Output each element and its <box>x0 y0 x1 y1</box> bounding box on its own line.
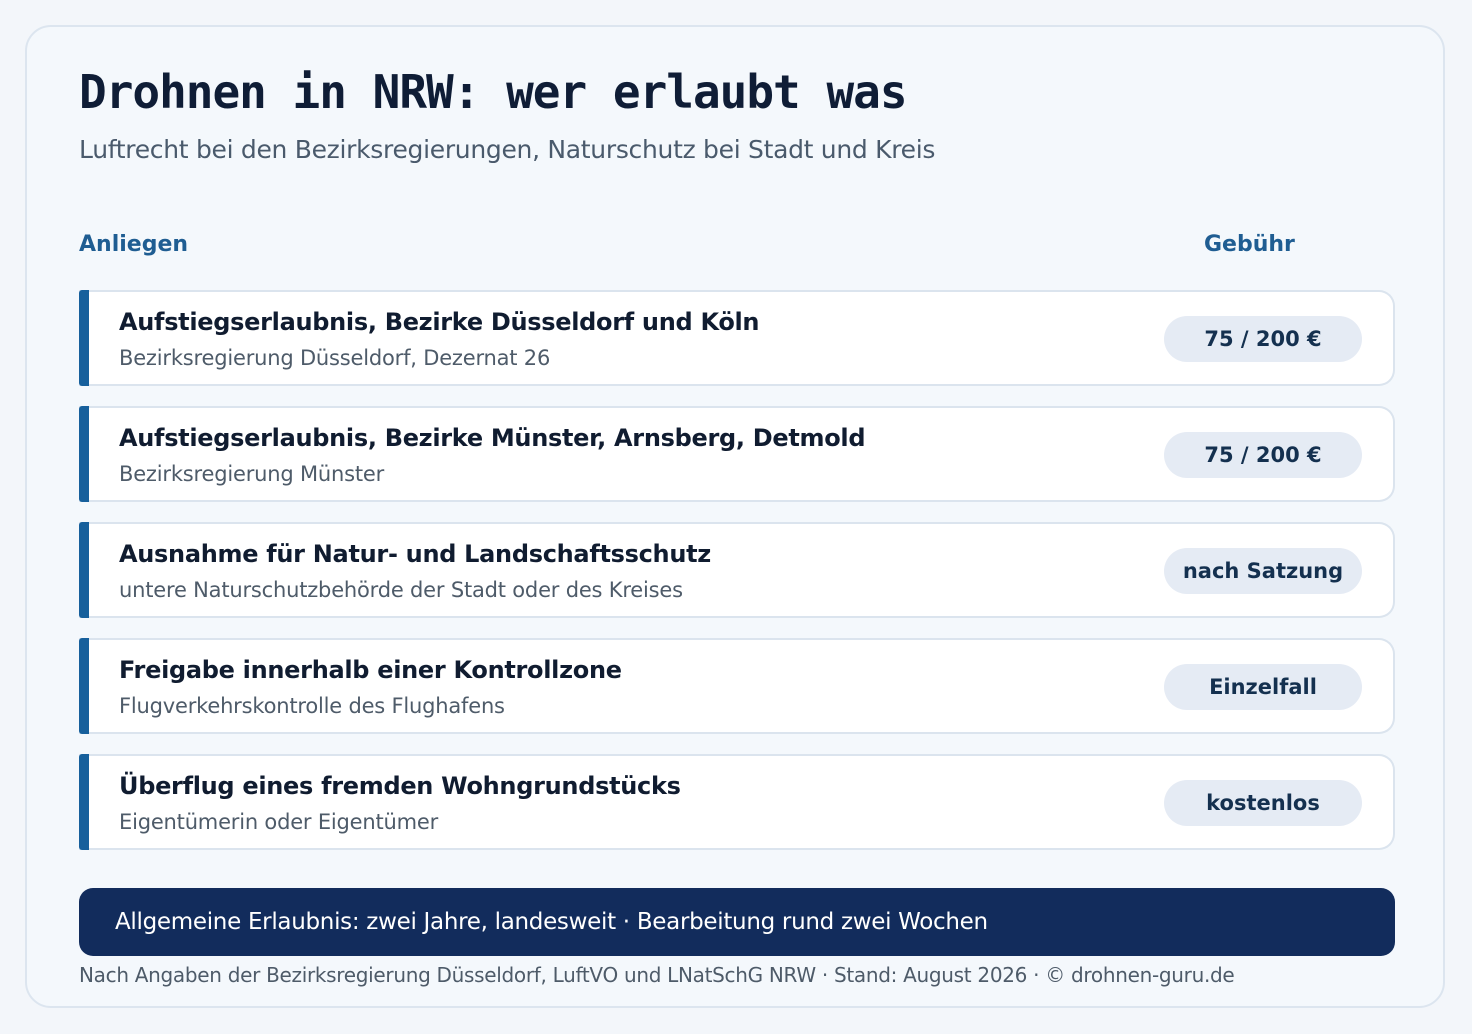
list-item: Ausnahme für Natur- und Landschaftsschut… <box>79 522 1395 618</box>
fee-badge: Einzelfall <box>1164 664 1362 710</box>
summary-banner: Allgemeine Erlaubnis: zwei Jahre, landes… <box>79 888 1395 956</box>
accent-bar <box>79 406 89 502</box>
item-title: Ausnahme für Natur- und Landschaftsschut… <box>119 540 711 568</box>
item-title: Überflug eines fremden Wohngrundstücks <box>119 772 681 800</box>
list-item: Freigabe innerhalb einer Kontrollzone Fl… <box>79 638 1395 734</box>
item-title: Aufstiegserlaubnis, Bezirke Münster, Arn… <box>119 424 866 452</box>
accent-bar <box>79 754 89 850</box>
item-authority: untere Naturschutzbehörde der Stadt oder… <box>119 578 683 602</box>
fee-badge: 75 / 200 € <box>1164 316 1362 362</box>
list-item: Aufstiegserlaubnis, Bezirke Münster, Arn… <box>79 406 1395 502</box>
accent-bar <box>79 522 89 618</box>
fee-badge: 75 / 200 € <box>1164 432 1362 478</box>
permit-list: Aufstiegserlaubnis, Bezirke Düsseldorf u… <box>79 290 1395 870</box>
list-item: Überflug eines fremden Wohngrundstücks E… <box>79 754 1395 850</box>
page-title: Drohnen in NRW: wer erlaubt was <box>79 65 908 119</box>
accent-bar <box>79 290 89 386</box>
item-title: Aufstiegserlaubnis, Bezirke Düsseldorf u… <box>119 308 760 336</box>
item-title: Freigabe innerhalb einer Kontrollzone <box>119 656 622 684</box>
list-item: Aufstiegserlaubnis, Bezirke Düsseldorf u… <box>79 290 1395 386</box>
item-authority: Bezirksregierung Düsseldorf, Dezernat 26 <box>119 346 551 370</box>
source-footnote: Nach Angaben der Bezirksregierung Düssel… <box>79 963 1235 987</box>
item-authority: Flugverkehrskontrolle des Flughafens <box>119 694 505 718</box>
item-authority: Eigentümerin oder Eigentümer <box>119 810 439 834</box>
fee-badge: nach Satzung <box>1164 548 1362 594</box>
item-authority: Bezirksregierung Münster <box>119 462 385 486</box>
accent-bar <box>79 638 89 734</box>
fee-badge: kostenlos <box>1164 780 1362 826</box>
info-card: Drohnen in NRW: wer erlaubt was Luftrech… <box>25 25 1445 1008</box>
column-header-anliegen: Anliegen <box>79 232 189 257</box>
page-subtitle: Luftrecht bei den Bezirksregierungen, Na… <box>79 135 936 164</box>
column-header-gebuehr: Gebühr <box>1204 232 1295 257</box>
